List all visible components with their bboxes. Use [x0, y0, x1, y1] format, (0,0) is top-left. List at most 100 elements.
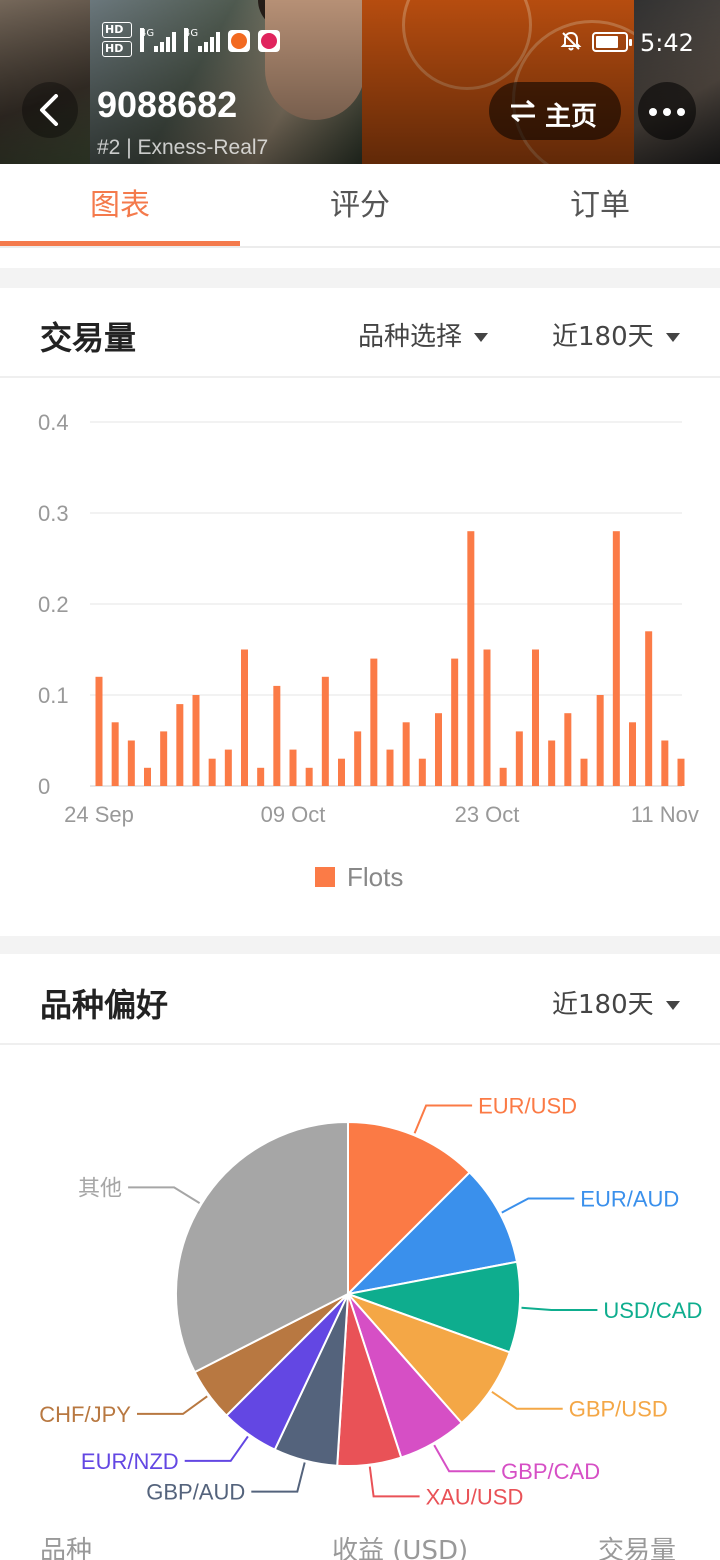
volume-bar[interactable] [677, 758, 685, 786]
signal-icon: 4G [184, 28, 220, 52]
dropdown-arrow-icon [474, 333, 489, 342]
pie-slice-label: GBP/CAD [501, 1459, 600, 1484]
volume-bar[interactable] [338, 758, 345, 786]
volume-bar[interactable] [548, 740, 556, 787]
period-filter-label: 近180天 [552, 322, 654, 352]
app-notification-icon [258, 30, 280, 52]
volume-bar[interactable] [208, 758, 216, 786]
hd-badge: HD [102, 41, 132, 57]
x-tick-label: 09 Oct [261, 802, 326, 827]
volume-bar[interactable] [370, 658, 378, 786]
symbol-filter-label: 品种选择 [358, 322, 463, 352]
pie-label-line [368, 1466, 420, 1498]
volume-bar-chart: 0 0.1 0.2 0.3 0.4 24 Sep 09 Oct 23 Oct 11 Nov [38, 410, 699, 827]
pie-label-line [433, 1444, 496, 1473]
volume-bar[interactable] [144, 767, 151, 786]
volume-bar[interactable] [321, 676, 329, 786]
pie-slice-label: GBP/AUD [146, 1480, 245, 1505]
network-type: 4G [184, 28, 198, 52]
volume-bar[interactable] [467, 531, 475, 786]
section-divider [0, 1043, 720, 1045]
x-tick-label: 24 Sep [64, 802, 134, 827]
tab-bar: 图表 评分 订单 [0, 164, 720, 248]
account-number: 9088682 [97, 84, 238, 125]
x-tick-label: 23 Oct [455, 802, 520, 827]
volume-bar[interactable] [354, 731, 362, 786]
pie-label-line [521, 1306, 598, 1311]
pie-label-line [251, 1462, 306, 1493]
preference-section-title: 品种偏好 [40, 986, 169, 1024]
volume-bar[interactable] [402, 722, 410, 786]
volume-bar[interactable] [645, 631, 653, 786]
back-button[interactable] [22, 82, 78, 138]
legend-swatch [315, 867, 335, 887]
preference-period-dropdown[interactable]: 近180天 [552, 984, 680, 1021]
tab-orders[interactable]: 订单 [480, 164, 720, 248]
pie-slice-label: XAU/USD [426, 1484, 524, 1509]
tab-rating[interactable]: 评分 [240, 164, 480, 248]
volume-bar[interactable] [580, 758, 588, 786]
volume-bar[interactable] [192, 695, 200, 786]
y-tick-label: 0.4 [38, 410, 69, 435]
pie-slice-label: CHF/JPY [39, 1402, 131, 1427]
chart-legend[interactable]: Flots [315, 862, 403, 893]
profile-header: HD HD 4G 4G 5:42 9088682 #2 | Exness-Rea… [0, 0, 720, 164]
swap-arrows-icon [511, 99, 535, 123]
pie-label-line [184, 1435, 249, 1462]
tab-active-indicator [0, 241, 240, 246]
volume-bar[interactable] [451, 658, 459, 786]
volume-section-title: 交易量 [40, 319, 137, 357]
volume-bar[interactable] [305, 767, 313, 786]
symbol-filter-dropdown[interactable]: 品种选择 [358, 316, 489, 353]
volume-bar[interactable] [241, 649, 248, 787]
volume-bar[interactable] [257, 767, 265, 786]
volume-bar[interactable] [532, 649, 539, 787]
volume-bar[interactable] [629, 722, 636, 786]
more-dots-icon [663, 108, 671, 116]
pie-slice-label: USD/CAD [603, 1298, 702, 1323]
symbol-pie-chart: EUR/USD EUR/AUD USD/CAD GBP/USD GBP/CADXAU/U… [39, 1094, 702, 1510]
volume-bar[interactable] [95, 676, 103, 786]
volume-bar[interactable] [435, 713, 442, 786]
pie-label-line [501, 1197, 575, 1214]
pie-slice-label: EUR/USD [478, 1094, 577, 1119]
table-header-symbol: 品种 [40, 1536, 93, 1560]
volume-bar[interactable] [111, 722, 119, 786]
hd-badges: HD HD [102, 22, 132, 60]
section-gap [0, 936, 720, 954]
period-filter-dropdown[interactable]: 近180天 [552, 316, 680, 353]
y-tick-label: 0.2 [38, 592, 69, 617]
volume-bar[interactable] [289, 749, 297, 786]
app-notification-icon [228, 30, 250, 52]
volume-bar[interactable] [176, 704, 184, 786]
pie-label-line [413, 1104, 473, 1134]
volume-bar[interactable] [564, 713, 572, 786]
tab-chart[interactable]: 图表 [0, 164, 240, 248]
hd-badge: HD [102, 22, 132, 38]
volume-bar[interactable] [127, 740, 135, 787]
volume-bar[interactable] [418, 758, 426, 786]
y-tick-label: 0 [38, 774, 50, 799]
volume-bar[interactable] [596, 695, 604, 786]
bell-muted-icon [560, 31, 582, 51]
dropdown-arrow-icon [665, 333, 680, 342]
volume-bar[interactable] [483, 649, 491, 787]
volume-bar[interactable] [160, 731, 168, 786]
section-gap [0, 268, 720, 288]
volume-bar[interactable] [499, 767, 507, 786]
volume-bar[interactable] [224, 749, 232, 786]
volume-bar[interactable] [273, 685, 281, 786]
more-dots-icon [649, 108, 657, 116]
x-tick-label: 11 Nov [631, 802, 699, 827]
more-dots-icon [677, 108, 685, 116]
volume-bar[interactable] [515, 731, 523, 786]
volume-bar[interactable] [612, 531, 620, 786]
chevron-left-icon [40, 94, 58, 126]
volume-bar[interactable] [661, 740, 669, 787]
more-options-button[interactable] [638, 82, 696, 140]
table-header-profit: 收益 (USD) [332, 1536, 469, 1560]
pie-slice-label: EUR/NZD [81, 1449, 179, 1474]
account-server: Exness-Real7 [137, 136, 269, 159]
home-button[interactable]: 主页 [489, 82, 621, 140]
volume-bar[interactable] [386, 749, 394, 786]
